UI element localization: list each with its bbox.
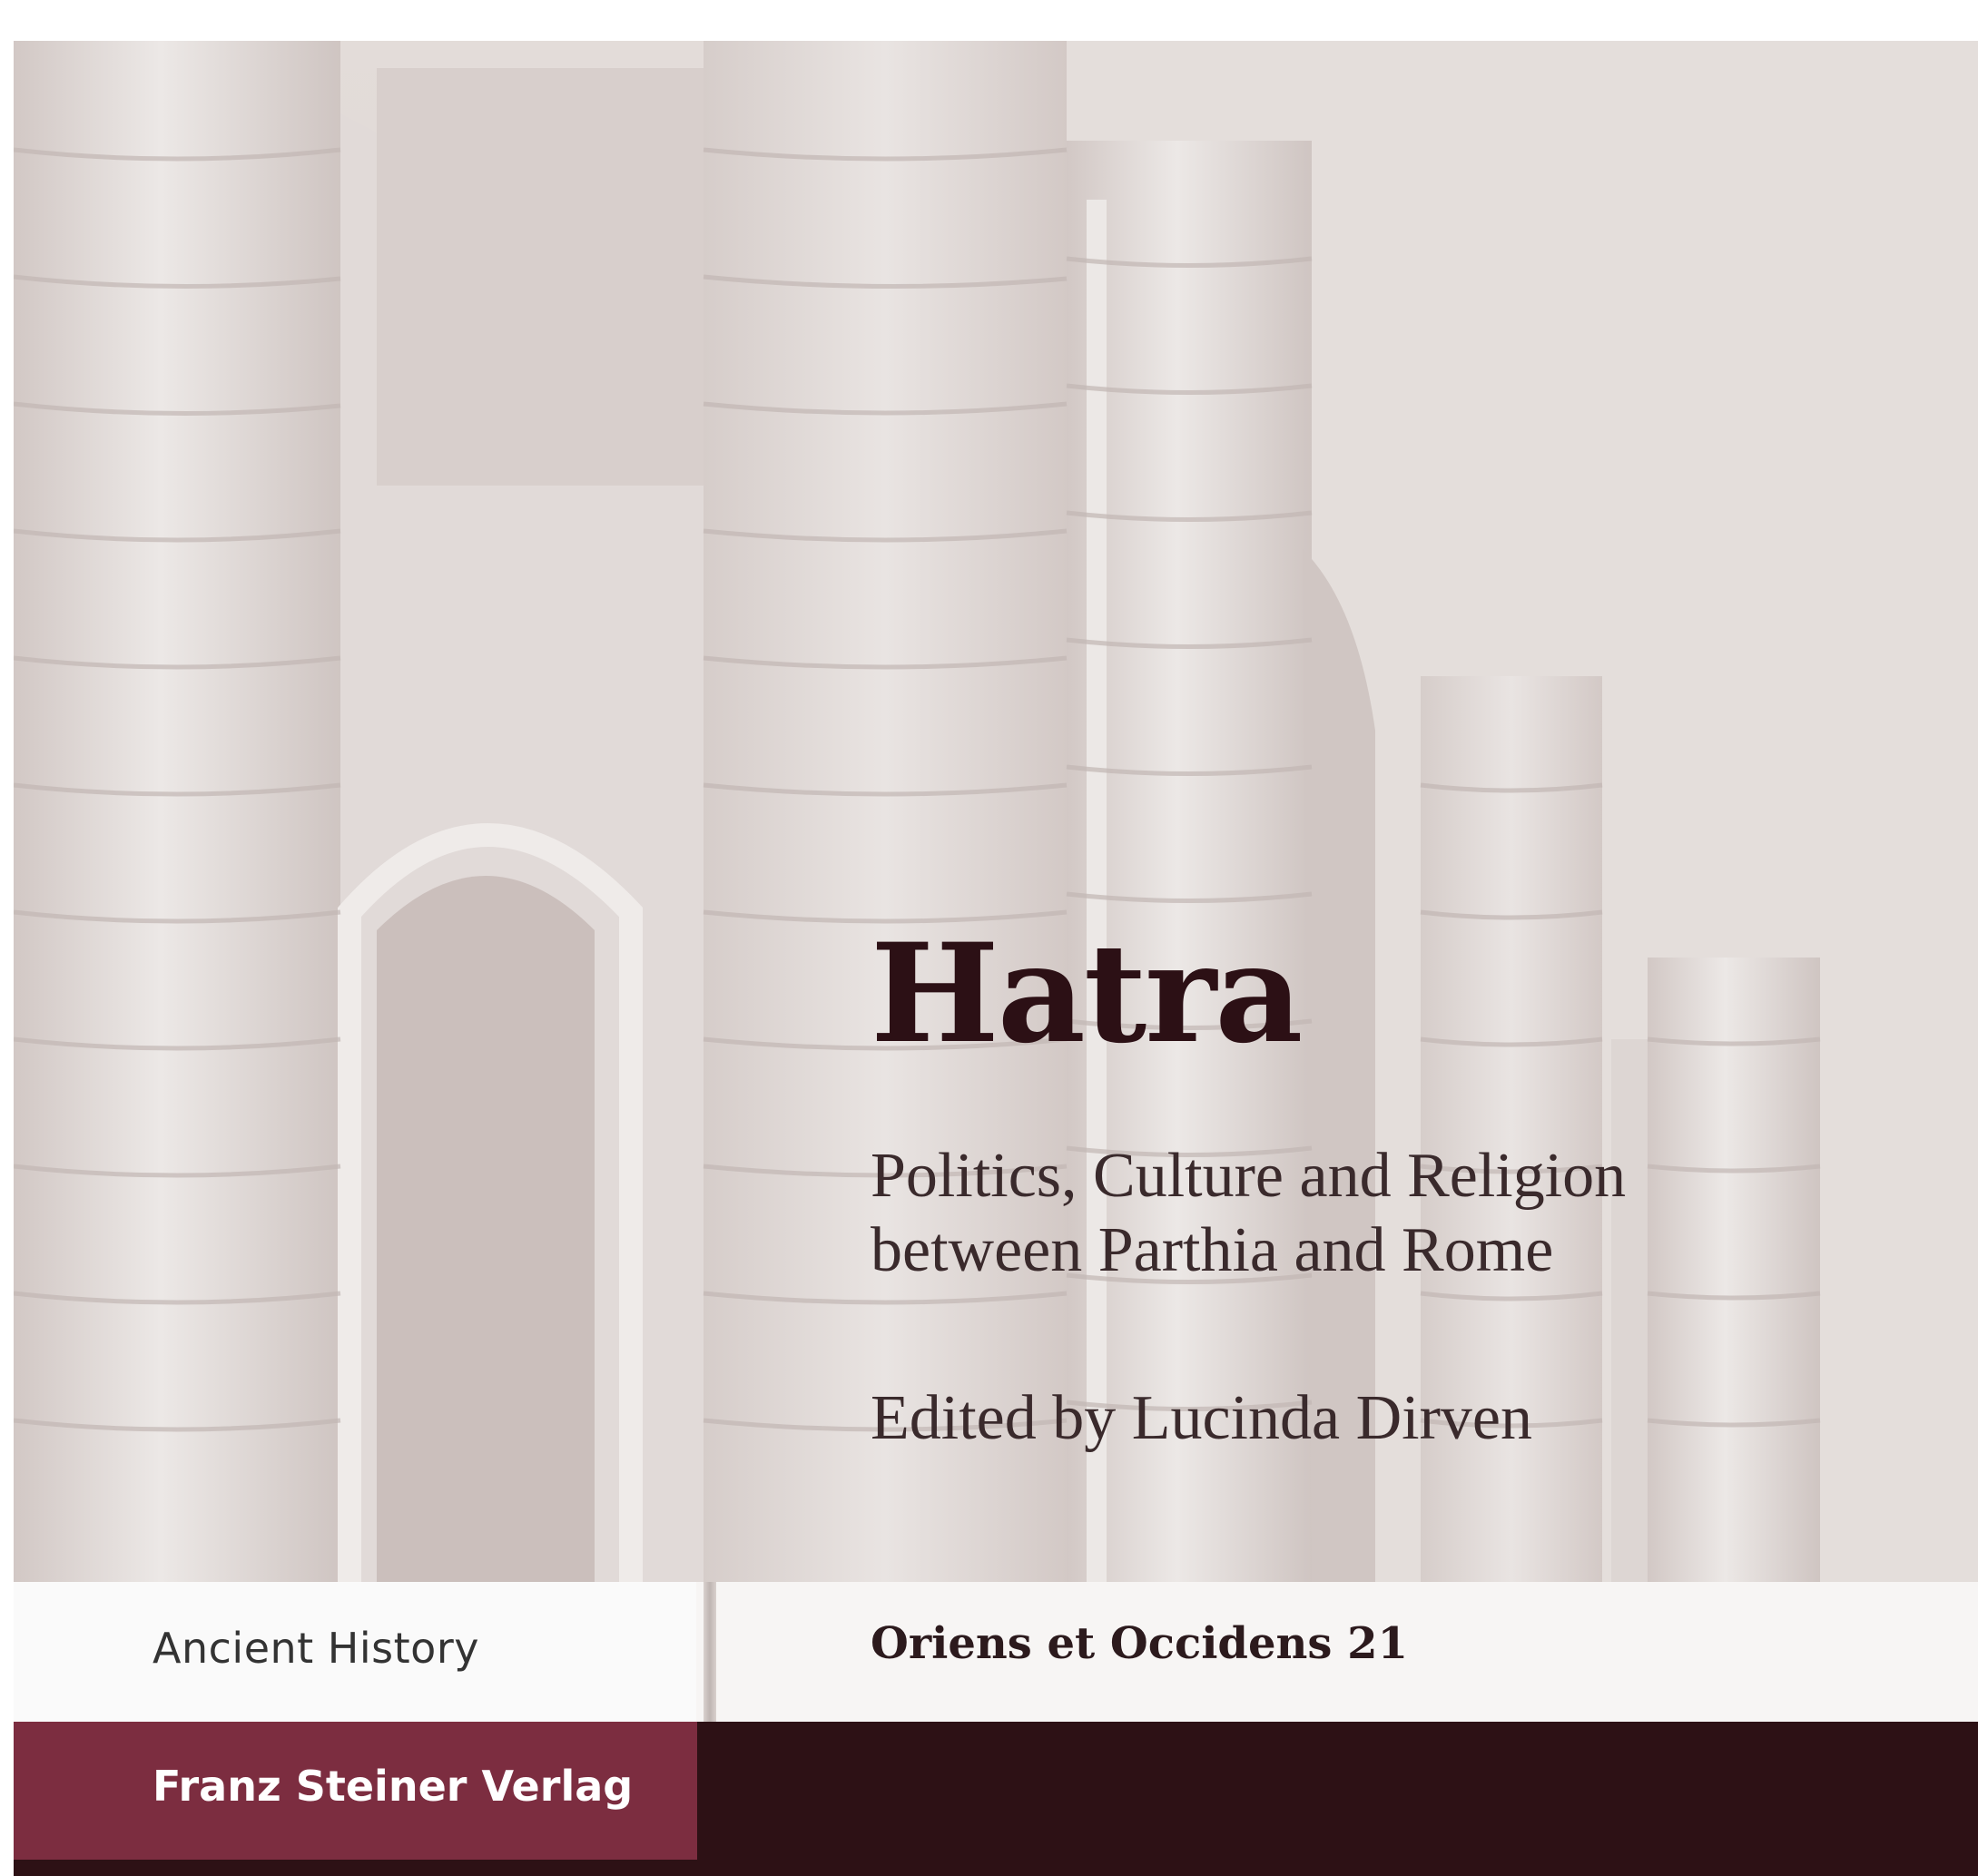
subtitle-line-1: Politics, Culture and Religion bbox=[871, 1141, 1627, 1211]
series-label: Oriens et Occidens 21 bbox=[871, 1618, 1408, 1669]
series-number: 21 bbox=[1347, 1618, 1408, 1669]
book-cover: Hatra Politics, Culture and Religion bet… bbox=[14, 41, 1978, 1876]
ruins-illustration bbox=[14, 41, 1978, 1582]
cover-photo-ruins bbox=[14, 41, 1978, 1582]
title-block: Hatra bbox=[871, 914, 1303, 1074]
book-title: Hatra bbox=[871, 914, 1303, 1074]
publisher-name: Franz Steiner Verlag bbox=[153, 1762, 634, 1811]
book-subtitle: Politics, Culture and Religion between P… bbox=[871, 1139, 1869, 1288]
column-divider bbox=[704, 1582, 716, 1722]
category-panel: Ancient History bbox=[14, 1582, 696, 1722]
series-name: Oriens et Occidens bbox=[871, 1618, 1333, 1669]
label-strip: Ancient History Oriens et Occidens 21 bbox=[14, 1582, 1978, 1722]
publisher-box: Franz Steiner Verlag bbox=[14, 1722, 697, 1860]
subtitle-line-2: between Parthia and Rome bbox=[871, 1215, 1554, 1285]
category-label: Ancient History bbox=[153, 1624, 479, 1673]
editor-credit: Edited by Lucinda Dirven bbox=[871, 1383, 1532, 1453]
bottom-band: Franz Steiner Verlag bbox=[14, 1722, 1978, 1876]
